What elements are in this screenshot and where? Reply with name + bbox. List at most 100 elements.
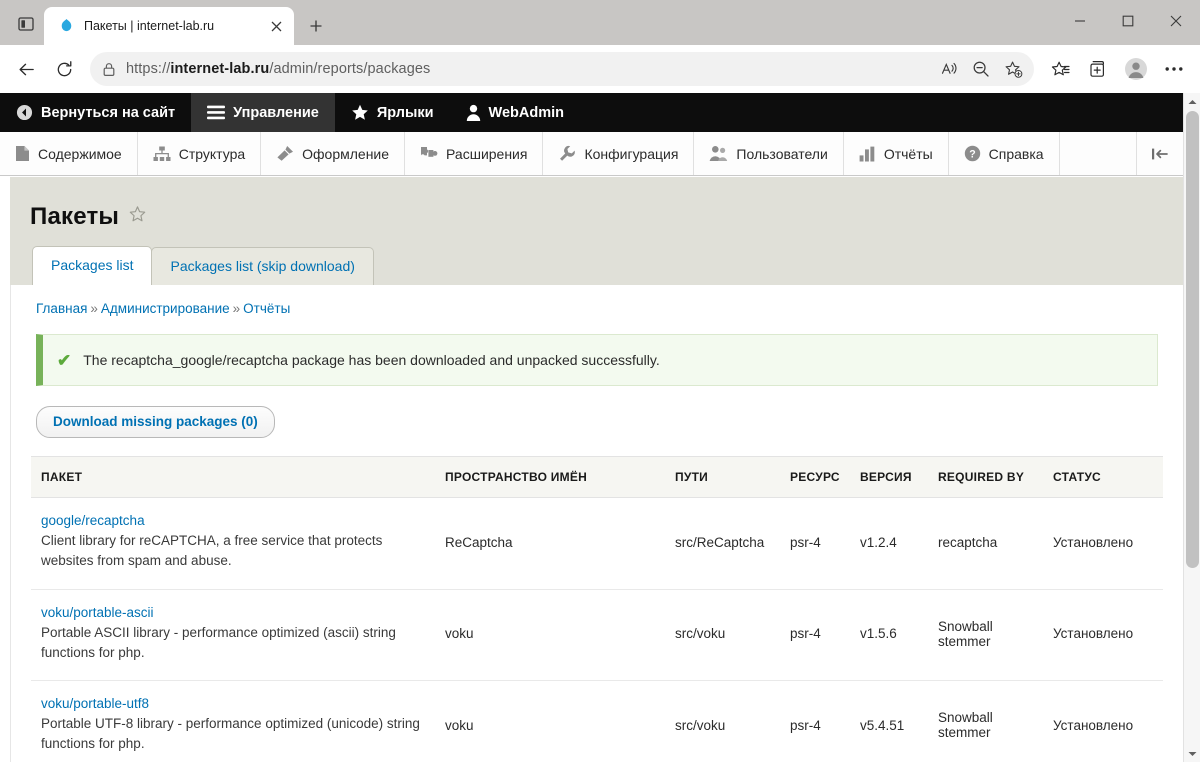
admin-menu-item-content[interactable]: Содержимое xyxy=(0,132,138,175)
admin-menu-label: Структура xyxy=(179,146,245,162)
toolbar-item-label: WebAdmin xyxy=(489,105,564,121)
minimize-button[interactable] xyxy=(1056,0,1104,42)
address-bar[interactable]: https://internet-lab.ru/admin/reports/pa… xyxy=(90,52,1034,86)
package-link[interactable]: voku/portable-ascii xyxy=(41,605,429,620)
toolbar-orientation-toggle[interactable] xyxy=(1137,132,1183,175)
cell-package: voku/portable-ascii Portable ASCII libra… xyxy=(31,589,437,681)
admin-menu-item-extend[interactable]: Расширения xyxy=(405,132,543,175)
scroll-up-button[interactable] xyxy=(1184,93,1200,110)
bar-chart-icon xyxy=(859,146,876,162)
toolbar-item-label: Ярлыки xyxy=(377,105,434,121)
breadcrumb-separator: » xyxy=(90,301,98,316)
browser-tab[interactable]: Пакеты | internet-lab.ru xyxy=(44,7,294,45)
packages-table-head: ПАКЕТ ПРОСТРАНСТВО ИМЁН ПУТИ РЕСУРС ВЕРС… xyxy=(31,457,1163,498)
maximize-button[interactable] xyxy=(1104,0,1152,42)
package-link[interactable]: google/recaptcha xyxy=(41,513,429,528)
tab-search-button[interactable] xyxy=(8,7,44,41)
zoom-out-icon[interactable] xyxy=(966,55,996,83)
scroll-down-button[interactable] xyxy=(1184,745,1200,762)
table-row: voku/portable-utf8 Portable UTF-8 librar… xyxy=(31,681,1163,762)
page-viewport: Вернуться на сайт Управление Ярлыки xyxy=(0,93,1200,762)
wrench-icon xyxy=(558,145,576,162)
admin-menu-item-appearance[interactable]: Оформление xyxy=(261,132,405,175)
cell-status: Установлено xyxy=(1045,589,1163,681)
cell-namespace: voku xyxy=(437,589,667,681)
minimize-icon xyxy=(1074,15,1086,27)
add-favorite-icon[interactable] xyxy=(998,55,1028,83)
page-content-area: Вернуться на сайт Управление Ярлыки xyxy=(0,93,1183,762)
admin-menu-label: Отчёты xyxy=(884,146,933,162)
column-header-version: ВЕРСИЯ xyxy=(852,457,930,498)
paintbrush-icon xyxy=(276,145,294,162)
toolbar-orientation-icon xyxy=(1150,147,1170,161)
toolbar-item-shortcuts[interactable]: Ярлыки xyxy=(335,93,450,132)
close-icon xyxy=(1170,15,1182,27)
admin-menu-label: Конфигурация xyxy=(584,146,678,162)
cell-status: Установлено xyxy=(1045,681,1163,762)
breadcrumb-item-reports[interactable]: Отчёты xyxy=(243,301,290,316)
page-scrollbar[interactable] xyxy=(1183,93,1200,762)
navigation-toolbar: https://internet-lab.ru/admin/reports/pa… xyxy=(0,45,1200,93)
cell-version: v5.4.51 xyxy=(852,681,930,762)
scrollbar-thumb[interactable] xyxy=(1186,111,1199,568)
sitemap-icon xyxy=(153,146,171,162)
breadcrumb-item-home[interactable]: Главная xyxy=(36,301,87,316)
cell-paths: src/ReCaptcha xyxy=(667,498,782,590)
drupal-droplet-icon xyxy=(58,18,75,35)
settings-more-button[interactable] xyxy=(1156,51,1192,87)
admin-menu-item-structure[interactable]: Структура xyxy=(138,132,261,175)
toolbar-item-back-to-site[interactable]: Вернуться на сайт xyxy=(0,93,191,132)
toolbar-item-user[interactable]: WebAdmin xyxy=(450,93,580,132)
admin-menu-item-help[interactable]: ? Справка xyxy=(949,132,1060,175)
collections-button[interactable] xyxy=(1080,51,1116,87)
cell-package: voku/portable-utf8 Portable UTF-8 librar… xyxy=(31,681,437,762)
back-button[interactable] xyxy=(8,51,44,87)
column-header-namespace: ПРОСТРАНСТВО ИМЁН xyxy=(437,457,667,498)
admin-menu-item-configuration[interactable]: Конфигурация xyxy=(543,132,694,175)
lock-icon[interactable] xyxy=(94,55,124,83)
question-circle-icon: ? xyxy=(964,145,981,162)
maximize-icon xyxy=(1122,15,1134,27)
reload-button[interactable] xyxy=(46,51,82,87)
download-missing-packages-button[interactable]: Download missing packages (0) xyxy=(36,406,275,438)
url-path: /admin/reports/packages xyxy=(269,61,430,77)
table-header-row: ПАКЕТ ПРОСТРАНСТВО ИМЁН ПУТИ РЕСУРС ВЕРС… xyxy=(31,457,1163,498)
window-close-button[interactable] xyxy=(1152,0,1200,42)
cell-resource: psr-4 xyxy=(782,681,852,762)
puzzle-icon xyxy=(420,145,438,162)
tab-close-button[interactable] xyxy=(264,14,288,38)
page-header-band: Пакеты Packages list Packages list (skip… xyxy=(10,177,1183,285)
cell-version: v1.5.6 xyxy=(852,589,930,681)
tab-packages-list-skip-download[interactable]: Packages list (skip download) xyxy=(151,247,373,285)
profile-icon xyxy=(1124,57,1148,81)
close-icon xyxy=(271,21,282,32)
cell-status: Установлено xyxy=(1045,498,1163,590)
admin-menu-label: Пользователи xyxy=(736,146,827,162)
breadcrumb-item-administration[interactable]: Администрирование xyxy=(101,301,230,316)
breadcrumb-separator: » xyxy=(233,301,241,316)
favorites-icon xyxy=(1050,59,1070,79)
admin-menu-item-users[interactable]: Пользователи xyxy=(694,132,843,175)
star-icon xyxy=(351,104,369,121)
address-bar-url[interactable]: https://internet-lab.ru/admin/reports/pa… xyxy=(126,61,932,77)
tab-packages-list[interactable]: Packages list xyxy=(32,246,152,285)
back-circle-icon xyxy=(16,104,33,121)
svg-text:?: ? xyxy=(969,149,975,161)
toolbar-item-label: Управление xyxy=(233,105,319,121)
admin-menu-item-reports[interactable]: Отчёты xyxy=(844,132,949,175)
package-description: Portable ASCII library - performance opt… xyxy=(41,625,396,660)
read-aloud-icon[interactable] xyxy=(934,55,964,83)
star-outline-icon[interactable] xyxy=(128,205,147,229)
toolbar-item-manage[interactable]: Управление xyxy=(191,93,335,132)
page-title: Пакеты xyxy=(30,203,119,231)
tab-title: Пакеты | internet-lab.ru xyxy=(84,19,255,33)
cell-resource: psr-4 xyxy=(782,589,852,681)
hamburger-icon xyxy=(207,105,225,120)
package-link[interactable]: voku/portable-utf8 xyxy=(41,696,429,711)
check-icon: ✔ xyxy=(57,352,71,369)
favorites-button[interactable] xyxy=(1042,51,1078,87)
new-tab-button[interactable] xyxy=(300,10,332,42)
profile-button[interactable] xyxy=(1118,51,1154,87)
plus-icon xyxy=(309,19,323,33)
admin-menu-spacer xyxy=(1060,132,1137,175)
